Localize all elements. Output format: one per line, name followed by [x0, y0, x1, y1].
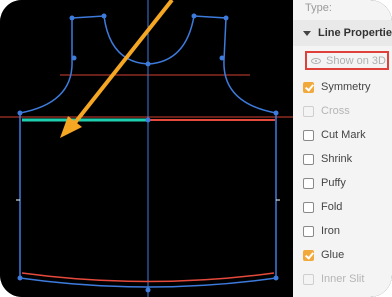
property-cross: Cross	[293, 99, 392, 123]
pattern-point[interactable]	[145, 61, 151, 67]
pattern-point[interactable]	[273, 275, 279, 281]
pattern-point[interactable]	[145, 117, 151, 123]
property-label: Puffy	[321, 177, 346, 189]
fold-checkbox[interactable]	[303, 201, 314, 213]
glue-checkbox[interactable]	[303, 249, 314, 261]
property-glue[interactable]: Glue	[293, 243, 392, 267]
cross-checkbox	[303, 105, 314, 117]
property-symmetry[interactable]: Symmetry	[293, 75, 392, 99]
eye-icon	[311, 57, 321, 64]
property-label: Iron	[321, 225, 340, 237]
property-label: Glue	[321, 249, 345, 261]
property-label: Cut Mark	[321, 129, 366, 141]
pattern-2d-viewport[interactable]	[0, 0, 293, 297]
pattern-point[interactable]	[219, 55, 225, 61]
pattern-point[interactable]	[17, 275, 23, 281]
show-on-3d-toggle[interactable]: Show on 3D	[305, 51, 389, 70]
pattern-point[interactable]	[71, 55, 77, 61]
property-label: Cross	[321, 105, 350, 117]
pattern-point[interactable]	[69, 15, 75, 21]
puffy-checkbox[interactable]	[303, 177, 314, 189]
property-inner-slit: Inner Slit	[293, 267, 392, 291]
property-label: Symmetry	[321, 81, 371, 93]
line-properties-header[interactable]: Line Properties	[293, 20, 392, 46]
shrink-checkbox[interactable]	[303, 153, 314, 165]
pattern-point[interactable]	[273, 110, 279, 116]
property-label: Inner Slit	[321, 273, 365, 285]
property-fold[interactable]: Fold	[293, 195, 392, 219]
app-window: Type: Line Properties Show on 3D Symmetr…	[0, 0, 392, 297]
section-title: Line Properties	[318, 27, 392, 39]
pattern-point[interactable]	[191, 13, 197, 19]
cut-mark-checkbox[interactable]	[303, 129, 314, 141]
property-label: Fold	[321, 201, 343, 213]
property-label: Shrink	[321, 153, 353, 165]
pattern-point[interactable]	[17, 110, 23, 116]
pattern-point[interactable]	[223, 15, 229, 21]
iron-checkbox[interactable]	[303, 225, 314, 237]
pattern-canvas[interactable]	[0, 0, 293, 297]
property-iron[interactable]: Iron	[293, 219, 392, 243]
pattern-point[interactable]	[145, 287, 151, 293]
property-puffy[interactable]: Puffy	[293, 171, 392, 195]
property-panel: Type: Line Properties Show on 3D Symmetr…	[293, 0, 392, 297]
property-cut-mark[interactable]: Cut Mark	[293, 123, 392, 147]
show-on-3d-label: Show on 3D	[326, 54, 386, 67]
type-label: Type:	[305, 2, 332, 14]
symmetry-checkbox[interactable]	[303, 81, 314, 93]
chevron-down-icon[interactable]	[303, 30, 311, 36]
property-shrink[interactable]: Shrink	[293, 147, 392, 171]
pattern-point[interactable]	[101, 13, 107, 19]
inner-slit-checkbox	[303, 273, 314, 285]
